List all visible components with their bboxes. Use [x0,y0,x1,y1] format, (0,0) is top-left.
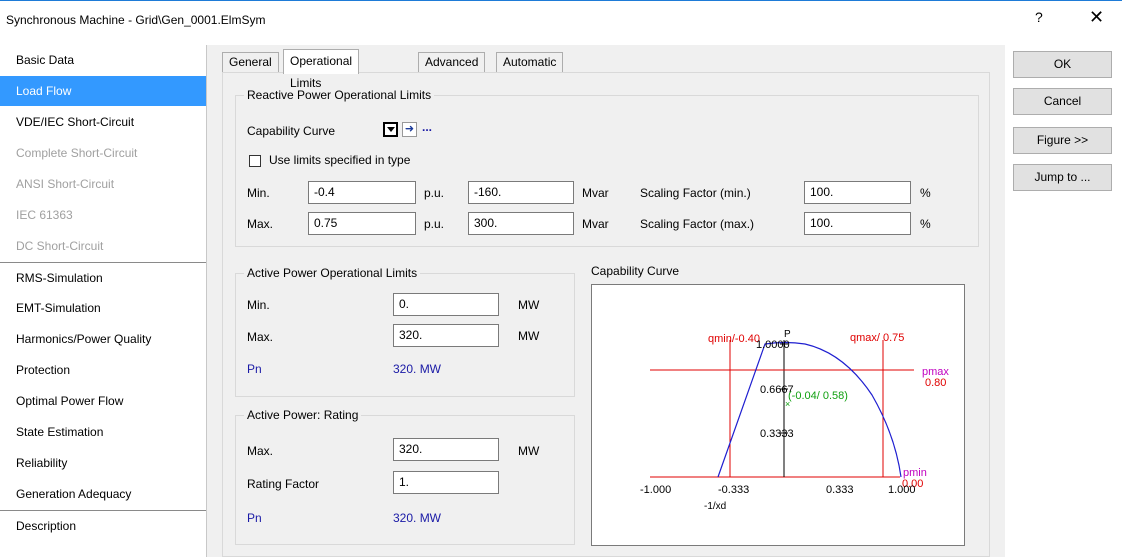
sidebar-item-harmonics[interactable]: Harmonics/Power Quality [0,324,206,355]
active-min-input[interactable]: 0. [393,293,499,316]
sidebar-item-complete-short-circuit[interactable]: Complete Short-Circuit [0,138,206,169]
active-max-label: Max. [247,330,274,344]
pu-unit-label: p.u. [424,217,445,231]
tab-general[interactable]: General [222,52,279,73]
x-tick-label: -1.000 [640,484,671,496]
active-power-rating-title: Active Power: Rating [244,408,362,422]
mw-unit-label: MW [518,444,540,458]
percent-unit-label: % [920,217,931,231]
reactive-min-mvar-input[interactable]: -160. [468,181,574,204]
sidebar-item-ansi-short-circuit[interactable]: ANSI Short-Circuit [0,169,206,200]
reactive-min-label: Min. [247,186,270,200]
sidebar-item-rms-simulation[interactable]: RMS-Simulation [0,262,206,293]
tick-0333-label: 0.3333 [760,428,794,440]
pn-label: Pn [247,362,262,376]
scaling-factor-min-label: Scaling Factor (min.) [640,186,751,200]
operating-point-label: (-0.04/ 0.58) [788,390,848,402]
content-area: General Operational Limits Advanced Auto… [207,45,1005,557]
capability-curve-plot-title: Capability Curve [591,264,680,278]
rating-max-label: Max. [247,444,274,458]
scaling-factor-min-input[interactable]: 100. [804,181,911,204]
close-button[interactable]: ✕ [1089,7,1104,28]
mvar-unit-label: Mvar [582,217,609,231]
reactive-max-mvar-input[interactable]: 300. [468,212,574,235]
sidebar-item-iec-61363[interactable]: IEC 61363 [0,200,206,231]
cancel-button[interactable]: Cancel [1013,88,1112,115]
capability-curve-label: Capability Curve [247,124,336,138]
x-tick-label: 1.000 [888,484,916,496]
active-power-limits-group: Active Power Operational Limits Min. 0. … [235,266,575,397]
rating-factor-label: Rating Factor [247,477,320,491]
rating-pn-label: Pn [247,511,262,525]
capability-curve-plot: qmin/-0.40 P 1.0000 qmax/ 0.75 0.6667 (-… [591,284,965,546]
sidebar-item-load-flow[interactable]: Load Flow [0,76,206,107]
mw-unit-label: MW [518,329,540,343]
sidebar-item-generation-adequacy[interactable]: Generation Adequacy [0,479,206,510]
capability-curve-select-button[interactable] [383,122,398,137]
sidebar-item-description[interactable]: Description [0,510,206,541]
sidebar-item-basic-data[interactable]: Basic Data [0,45,206,76]
jump-to-button[interactable]: Jump to ... [1013,164,1112,191]
pu-unit-label: p.u. [424,186,445,200]
operational-limits-panel: Reactive Power Operational Limits Capabi… [222,72,990,557]
tab-advanced[interactable]: Advanced [418,52,486,73]
figure-button[interactable]: Figure >> [1013,127,1112,154]
rating-pn-value: 320. MW [393,511,442,525]
x-tick-label: -0.333 [718,484,749,496]
sidebar: Basic Data Load Flow VDE/IEC Short-Circu… [0,45,207,557]
reactive-max-pu-input[interactable]: 0.75 [308,212,416,235]
mvar-unit-label: Mvar [582,186,609,200]
p-top-tick-label: 1.0000 [756,339,790,351]
reactive-power-group: Reactive Power Operational Limits Capabi… [235,88,979,247]
sidebar-item-state-estimation[interactable]: State Estimation [0,417,206,448]
reactive-power-group-title: Reactive Power Operational Limits [244,88,435,102]
active-min-label: Min. [247,298,270,312]
active-power-limits-title: Active Power Operational Limits [244,266,421,280]
sidebar-item-dc-short-circuit[interactable]: DC Short-Circuit [0,231,206,262]
active-max-input[interactable]: 320. [393,324,499,347]
percent-unit-label: % [920,186,931,200]
capability-curve-path [717,341,902,478]
reactive-max-label: Max. [247,217,274,231]
scaling-factor-max-input[interactable]: 100. [804,212,911,235]
rating-max-input[interactable]: 320. [393,438,499,461]
ok-button[interactable]: OK [1013,51,1112,78]
x-tick-label: 0.333 [826,484,854,496]
sidebar-item-protection[interactable]: Protection [0,355,206,386]
capability-curve-svg: qmin/-0.40 P 1.0000 qmax/ 0.75 0.6667 (-… [640,329,949,512]
xd-label: -1/xd [704,501,726,512]
title-bar: Synchronous Machine - Grid\Gen_0001.ElmS… [0,0,1122,41]
tab-automatic-dispatch[interactable]: Automatic Dispatch [496,52,564,88]
capability-curve-ellipsis[interactable]: ... [422,120,432,134]
qmin-label: qmin/-0.40 [708,333,760,345]
qmax-label: qmax/ 0.75 [850,332,904,344]
sidebar-item-reliability[interactable]: Reliability [0,448,206,479]
pmax-value: 0.80 [925,377,946,389]
tab-operational-limits[interactable]: Operational Limits [283,49,360,90]
window-title: Synchronous Machine - Grid\Gen_0001.ElmS… [6,13,266,27]
sidebar-item-emt-simulation[interactable]: EMT-Simulation [0,293,206,324]
jump-arrow-icon[interactable]: ➜ [402,122,417,137]
active-power-rating-group: Active Power: Rating Max. 320. MW Rating… [235,408,575,545]
mw-unit-label: MW [518,298,540,312]
sidebar-item-optimal-power-flow[interactable]: Optimal Power Flow [0,386,206,417]
help-button[interactable]: ? [1035,9,1043,25]
reactive-min-pu-input[interactable]: -0.4 [308,181,416,204]
operating-point-marker: × [785,399,790,409]
use-limits-label: Use limits specified in type [269,153,411,167]
pn-value: 320. MW [393,362,442,376]
rating-factor-input[interactable]: 1. [393,471,499,494]
use-limits-checkbox[interactable] [249,155,261,167]
sidebar-item-vde-iec-short-circuit[interactable]: VDE/IEC Short-Circuit [0,107,206,138]
scaling-factor-max-label: Scaling Factor (max.) [640,217,755,231]
